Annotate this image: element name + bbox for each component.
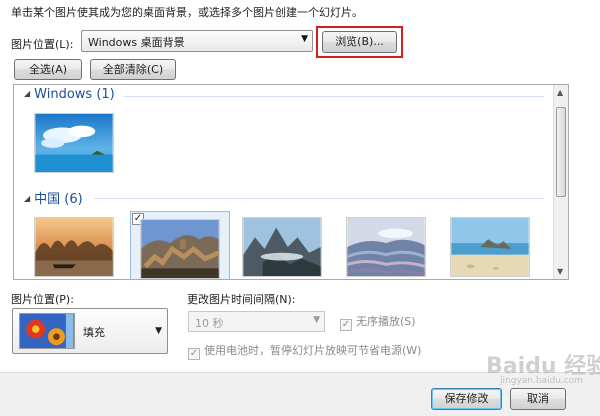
picture-location-label: 图片位置(L): (11, 38, 74, 51)
instruction-text: 单击某个图片使其成为您的桌面背景，或选择多个图片创建一个幻灯片。 (11, 6, 363, 19)
battery-checkbox[interactable]: ✓ (188, 348, 200, 360)
fill-preview-thumbnail (19, 313, 75, 349)
thumbnail-rice-terraces[interactable] (346, 217, 426, 277)
group-header-china[interactable]: ◢ 中国 (6) (24, 188, 83, 207)
group-divider (94, 198, 544, 199)
picture-location-dropdown[interactable]: Windows 桌面背景 ▼ (81, 30, 313, 52)
vertical-scrollbar[interactable]: ▲ ▼ (553, 85, 568, 279)
group-title: 中国 (6) (34, 192, 83, 207)
browse-button[interactable]: 浏览(B)... (322, 31, 397, 53)
picture-position-label: 图片位置(P): (11, 293, 74, 306)
scroll-down-icon[interactable]: ▼ (557, 267, 563, 276)
shuffle-checkbox[interactable]: ✓ (340, 319, 352, 331)
scrollbar-thumb[interactable] (556, 107, 566, 197)
thumbnail-great-wall[interactable] (140, 219, 220, 279)
scroll-up-icon[interactable]: ▲ (557, 88, 563, 97)
cancel-button[interactable]: 取消 (510, 388, 566, 410)
group-divider (124, 96, 544, 97)
shuffle-label: 无序播放(S) (356, 315, 416, 328)
collapse-icon: ◢ (24, 194, 31, 203)
interval-dropdown[interactable]: 10 秒 ▼ (188, 311, 325, 332)
chevron-down-icon: ▼ (313, 315, 320, 325)
thumbnail-karst-river-sunset[interactable] (34, 217, 114, 277)
clear-all-button[interactable]: 全部清除(C) (90, 59, 176, 80)
thumbnail-sandy-beach-rocks[interactable] (450, 217, 530, 277)
chevron-down-icon: ▼ (301, 34, 308, 44)
interval-label: 更改图片时间间隔(N): (187, 293, 296, 306)
battery-label: 使用电池时，暂停幻灯片放映可节省电源(W) (204, 344, 422, 357)
watermark-url: jingyan.baidu.com (500, 376, 584, 386)
thumbnail-sky-clouds-island[interactable] (34, 113, 114, 173)
group-header-windows[interactable]: ◢ Windows (1) (24, 87, 115, 102)
thumbnail-misty-mountains[interactable] (242, 217, 322, 277)
interval-value: 10 秒 (195, 317, 224, 330)
pictures-panel[interactable]: ◢ Windows (1) ◢ 中国 (6) ✓ ▲ ▼ (13, 84, 569, 280)
select-all-button[interactable]: 全选(A) (14, 59, 82, 80)
shuffle-option[interactable]: ✓ 无序播放(S) (340, 313, 416, 331)
chevron-down-icon: ▼ (155, 326, 162, 336)
collapse-icon: ◢ (24, 89, 31, 98)
save-changes-button[interactable]: 保存修改 (431, 388, 502, 410)
picture-location-value: Windows 桌面背景 (88, 36, 185, 49)
picture-position-value: 填充 (83, 326, 105, 339)
battery-option[interactable]: ✓ 使用电池时，暂停幻灯片放映可节省电源(W) (188, 342, 421, 360)
picture-position-dropdown[interactable]: 填充 ▼ (12, 308, 168, 354)
group-title: Windows (1) (34, 87, 115, 102)
